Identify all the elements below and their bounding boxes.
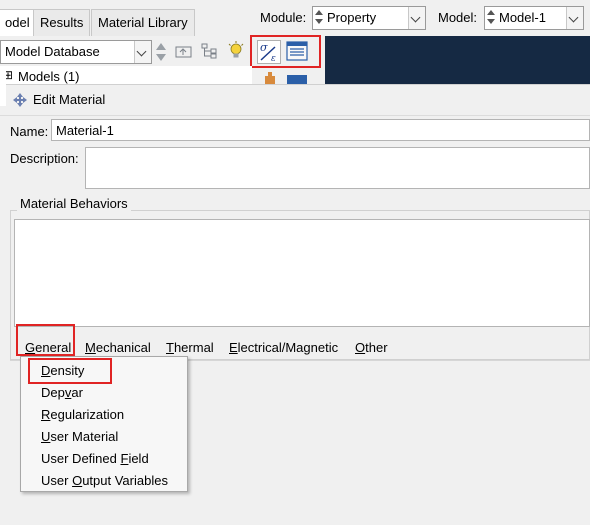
tab-material-library[interactable]: Material Library [91,9,195,36]
viewport-background [325,36,590,84]
model-tree: ⊞ Models (1) [0,66,252,84]
chevron-down-icon [408,7,425,29]
top-bar: odel Results Material Library Module: Pr… [0,0,590,36]
menu-mechanical[interactable]: Mechanical [85,340,151,355]
spin-icon [315,9,323,25]
description-label: Description: [10,151,79,166]
move-icon [13,93,27,107]
name-input-value: Material-1 [56,123,114,138]
tab-results-label: Results [40,15,84,30]
model-database-value: Model Database [5,44,100,59]
description-input[interactable] [85,147,590,189]
menu-item-user-material[interactable]: User Material [41,429,118,444]
lightbulb-icon[interactable] [227,41,245,61]
tree-item-models[interactable]: Models (1) [18,69,79,84]
dialog-title: Edit Material [33,92,106,107]
menu-thermal[interactable]: Thermal [166,340,214,355]
menu-item-depvar[interactable]: Depvar [41,385,83,400]
spin-icon [487,9,495,25]
name-label: Name: [10,124,49,139]
model-select-value: Model-1 [499,10,546,25]
tab-results[interactable]: Results [33,9,91,36]
tab-model-label: odel [5,15,30,30]
model-database-select[interactable]: Model Database [0,40,152,64]
menu-electrical-magnetic[interactable]: Electrical/Magnetic [229,340,338,355]
chevron-down-icon [566,7,583,29]
tab-model[interactable]: odel [0,9,37,36]
section-manager-icon[interactable] [286,74,308,84]
menu-item-user-output-variables[interactable]: User Output Variables [41,473,168,488]
material-behaviors-list[interactable] [14,219,590,327]
module-select[interactable]: Property [312,6,426,30]
arrow-up-down-icon[interactable] [155,42,167,62]
module-label: Module: [260,10,307,25]
left-edge [0,66,6,106]
model-label: Model: [438,10,478,25]
material-behaviors-label: Material Behaviors [17,196,131,211]
folder-up-icon[interactable] [175,43,193,59]
menu-item-user-defined-field[interactable]: User Defined Field [41,451,149,466]
model-select[interactable]: Model-1 [484,6,584,30]
name-input[interactable]: Material-1 [51,119,590,141]
gear-icon[interactable] [262,72,278,84]
tab-material-library-label: Material Library [98,15,188,30]
highlight-frame-general [16,324,75,356]
highlight-frame-density [28,358,112,384]
tree-icon[interactable] [201,43,219,59]
module-select-value: Property [327,10,377,25]
menu-other[interactable]: Other [355,340,388,355]
highlight-frame-toolbox [250,35,321,68]
chevron-down-icon [134,41,151,63]
title-divider [0,115,590,116]
menu-item-regularization[interactable]: Regularization [41,407,124,422]
